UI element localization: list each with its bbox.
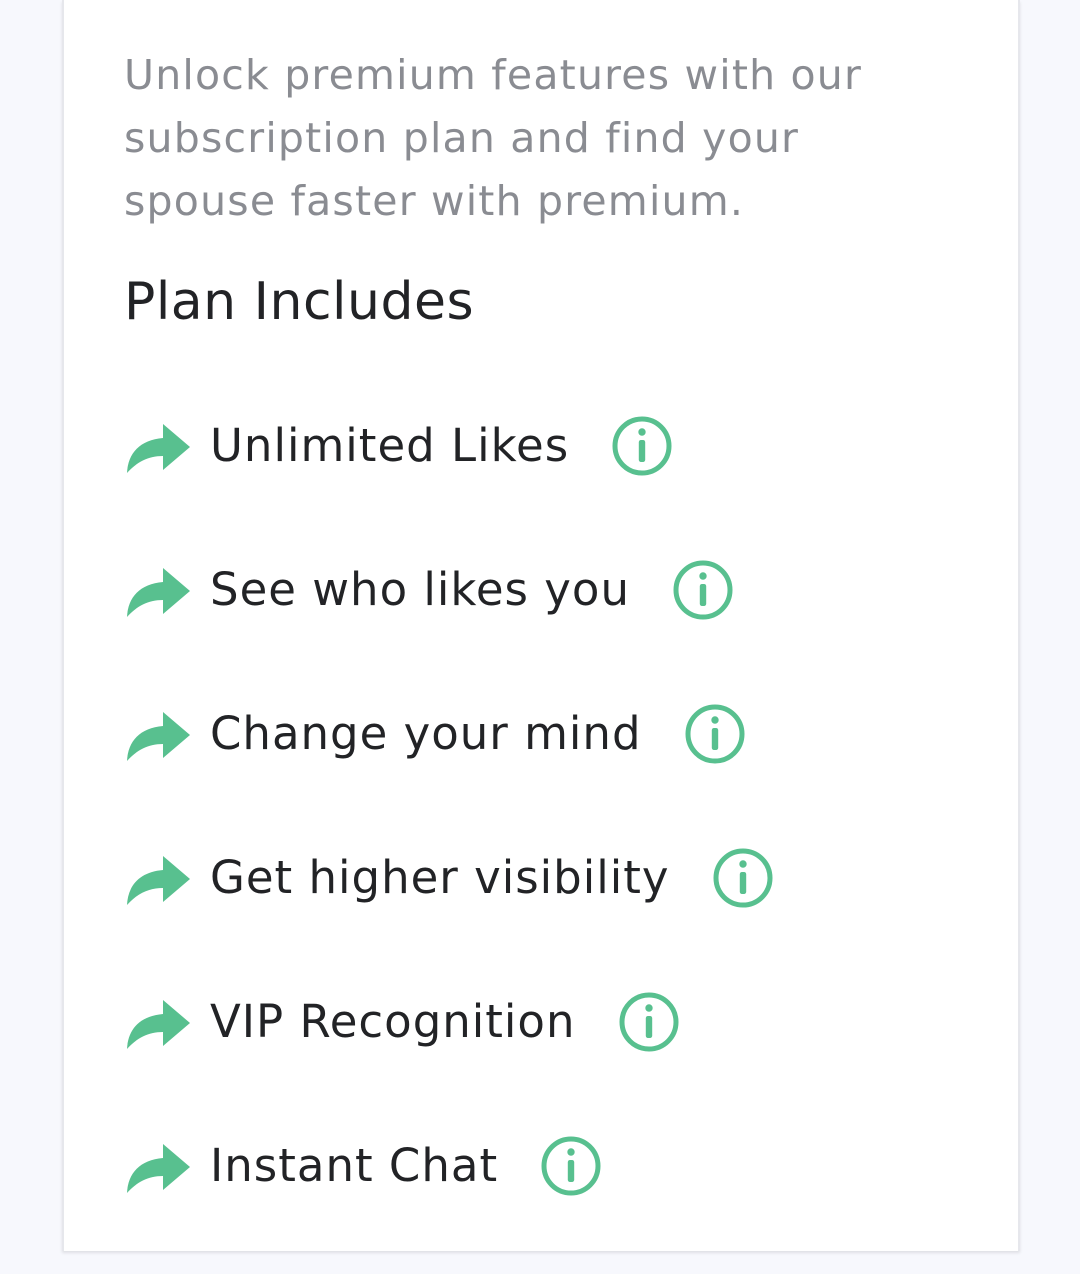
- arrow-right-icon: [127, 712, 190, 761]
- feature-label: Instant Chat: [210, 1139, 499, 1192]
- info-icon[interactable]: [684, 703, 746, 765]
- feature-item-vip-recognition: VIP Recognition: [124, 986, 774, 1058]
- arrow-right-icon: [127, 568, 190, 617]
- arrow-right-icon: [127, 856, 190, 905]
- arrow-right-icon: [127, 424, 190, 473]
- feature-label: Change your mind: [210, 707, 642, 760]
- feature-list: Unlimited Likes See who likes you Change…: [124, 410, 774, 1274]
- arrow-right-icon: [127, 1000, 190, 1049]
- info-icon[interactable]: [540, 1135, 602, 1197]
- plan-includes-title: Plan Includes: [124, 272, 475, 332]
- arrow-right-icon: [127, 1144, 190, 1193]
- info-icon[interactable]: [611, 415, 673, 477]
- premium-plan-card: Unlock premium features with our subscri…: [62, 0, 1020, 1251]
- feature-label: See who likes you: [210, 563, 630, 616]
- feature-item-get-higher-visibility: Get higher visibility: [124, 842, 774, 914]
- info-icon[interactable]: [672, 559, 734, 621]
- feature-item-instant-chat: Instant Chat: [124, 1130, 774, 1202]
- info-icon[interactable]: [712, 847, 774, 909]
- feature-label: Get higher visibility: [210, 851, 670, 904]
- feature-label: VIP Recognition: [210, 995, 576, 1048]
- info-icon[interactable]: [618, 991, 680, 1053]
- feature-item-unlimited-likes: Unlimited Likes: [124, 410, 774, 482]
- feature-item-change-your-mind: Change your mind: [124, 698, 774, 770]
- feature-label: Unlimited Likes: [210, 419, 570, 472]
- feature-item-see-who-likes-you: See who likes you: [124, 554, 774, 626]
- plan-description: Unlock premium features with our subscri…: [124, 51, 863, 225]
